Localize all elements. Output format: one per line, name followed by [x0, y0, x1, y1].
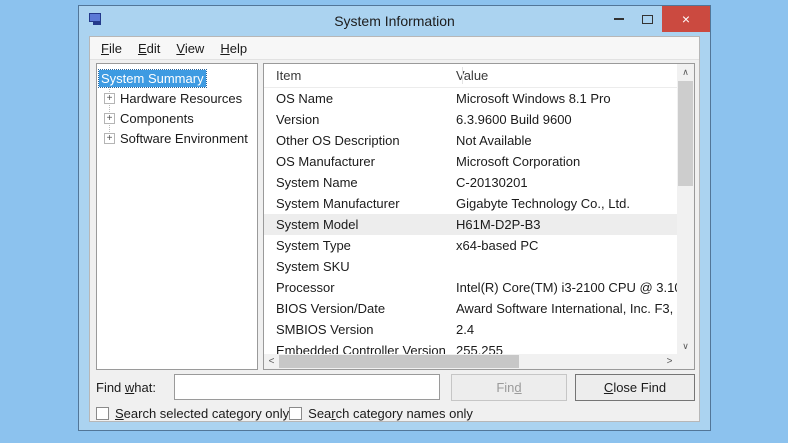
- menu-file[interactable]: File: [93, 38, 130, 59]
- checkbox-label: Search category names only: [308, 406, 473, 421]
- details-list-panel[interactable]: Item Value OS Name Microsoft Windows 8.1…: [263, 63, 695, 370]
- find-input[interactable]: [174, 374, 440, 400]
- chevron-right-icon: >: [667, 356, 673, 367]
- table-row[interactable]: System Type x64-based PC: [264, 235, 677, 256]
- value-cell: Not Available: [456, 133, 677, 148]
- item-cell: System Manufacturer: [264, 196, 456, 211]
- item-cell: OS Manufacturer: [264, 154, 456, 169]
- table-row[interactable]: SMBIOS Version 2.4: [264, 319, 677, 340]
- horizontal-scrollbar[interactable]: < >: [264, 354, 677, 369]
- table-row[interactable]: Processor Intel(R) Core(TM) i3-2100 CPU …: [264, 277, 677, 298]
- item-cell: System Name: [264, 175, 456, 190]
- tree-item-system-summary[interactable]: System Summary: [97, 68, 257, 88]
- tree-item-label: Software Environment: [120, 131, 248, 146]
- value-cell: H61M-D2P-B3: [456, 217, 677, 232]
- maximize-icon: [642, 15, 653, 24]
- value-cell: x64-based PC: [456, 238, 677, 253]
- category-tree-panel[interactable]: System Summary + Hardware Resources + Co…: [96, 63, 258, 370]
- horizontal-scroll-thumb[interactable]: [279, 355, 519, 368]
- search-category-names-checkbox[interactable]: Search category names only: [289, 406, 473, 421]
- item-cell: Version: [264, 112, 456, 127]
- value-cell: Microsoft Corporation: [456, 154, 677, 169]
- expand-plus-icon[interactable]: +: [104, 133, 115, 144]
- column-header-item[interactable]: Item: [264, 68, 456, 83]
- value-cell: 255.255: [456, 343, 677, 354]
- table-row[interactable]: OS Manufacturer Microsoft Corporation: [264, 151, 677, 172]
- value-cell: 2.4: [456, 322, 677, 337]
- search-options-row: Search selected category only Search cat…: [96, 406, 473, 421]
- tree-item-hardware-resources[interactable]: + Hardware Resources: [97, 88, 257, 108]
- menu-help[interactable]: Help: [212, 38, 255, 59]
- close-icon: ×: [682, 11, 690, 27]
- table-row[interactable]: System Name C-20130201: [264, 172, 677, 193]
- item-cell: Processor: [264, 280, 456, 295]
- item-cell: System Model: [264, 217, 456, 232]
- system-information-window: System Information × File Edit View Help: [78, 5, 711, 431]
- close-button[interactable]: ×: [662, 6, 710, 32]
- menu-edit[interactable]: Edit: [130, 38, 168, 59]
- table-rows: OS Name Microsoft Windows 8.1 Pro Versio…: [264, 88, 677, 354]
- column-header-value[interactable]: Value: [456, 68, 677, 83]
- table-row[interactable]: Other OS Description Not Available: [264, 130, 677, 151]
- value-cell: Gigabyte Technology Co., Ltd.: [456, 196, 677, 211]
- tree-item-label: Hardware Resources: [120, 91, 242, 106]
- checkbox[interactable]: [96, 407, 109, 420]
- find-what-label: Find what:: [96, 374, 156, 401]
- menubar: File Edit View Help: [90, 37, 699, 60]
- item-cell: Embedded Controller Version: [264, 343, 456, 354]
- value-cell: Intel(R) Core(TM) i3-2100 CPU @ 3.10: [456, 280, 677, 295]
- menu-view[interactable]: View: [168, 38, 212, 59]
- item-cell: OS Name: [264, 91, 456, 106]
- tree-item-label: Components: [120, 111, 194, 126]
- item-cell: System SKU: [264, 259, 456, 274]
- chevron-down-icon: ∨: [682, 341, 689, 352]
- close-find-button[interactable]: Close Find: [575, 374, 695, 401]
- expand-plus-icon[interactable]: +: [104, 113, 115, 124]
- tree-item-label: System Summary: [99, 70, 206, 87]
- maximize-button[interactable]: [633, 6, 662, 32]
- chevron-up-icon: ∧: [682, 67, 689, 78]
- value-cell: C-20130201: [456, 175, 677, 190]
- table-row[interactable]: BIOS Version/Date Award Software Interna…: [264, 298, 677, 319]
- value-cell: 6.3.9600 Build 9600: [456, 112, 677, 127]
- minimize-icon: [614, 18, 624, 20]
- table-row[interactable]: Embedded Controller Version 255.255: [264, 340, 677, 354]
- table-row[interactable]: Version 6.3.9600 Build 9600: [264, 109, 677, 130]
- item-cell: Other OS Description: [264, 133, 456, 148]
- client-area: File Edit View Help System Summary: [89, 36, 700, 422]
- scroll-left-button[interactable]: <: [264, 354, 279, 369]
- find-button[interactable]: Find: [451, 374, 567, 401]
- table-row[interactable]: System Manufacturer Gigabyte Technology …: [264, 193, 677, 214]
- tree-item-software-environment[interactable]: + Software Environment: [97, 128, 257, 148]
- vertical-scrollbar[interactable]: ∧ ∨: [677, 64, 694, 354]
- chevron-left-icon: <: [269, 356, 275, 367]
- minimize-button[interactable]: [604, 6, 633, 32]
- scrollbar-corner: [677, 354, 694, 369]
- find-bar: Find what: Find Close Find: [90, 374, 699, 401]
- window-controls: ×: [604, 6, 710, 32]
- scroll-up-button[interactable]: ∧: [677, 64, 694, 80]
- scroll-down-button[interactable]: ∨: [677, 338, 694, 354]
- checkbox-label: Search selected category only: [115, 406, 289, 421]
- item-cell: System Type: [264, 238, 456, 253]
- table-row[interactable]: OS Name Microsoft Windows 8.1 Pro: [264, 88, 677, 109]
- titlebar[interactable]: System Information ×: [79, 6, 710, 36]
- scroll-right-button[interactable]: >: [662, 354, 677, 369]
- vertical-scroll-thumb[interactable]: [678, 81, 693, 186]
- expand-plus-icon[interactable]: +: [104, 93, 115, 104]
- tree-list: System Summary + Hardware Resources + Co…: [97, 68, 257, 148]
- value-cell: Microsoft Windows 8.1 Pro: [456, 91, 677, 106]
- item-cell: SMBIOS Version: [264, 322, 456, 337]
- search-selected-category-checkbox[interactable]: Search selected category only: [96, 406, 289, 421]
- table-row[interactable]: System Model H61M-D2P-B3: [264, 214, 677, 235]
- table-header: Item Value: [264, 64, 677, 88]
- table-row[interactable]: System SKU: [264, 256, 677, 277]
- column-separator[interactable]: [462, 67, 463, 84]
- tree-item-components[interactable]: + Components: [97, 108, 257, 128]
- checkbox[interactable]: [289, 407, 302, 420]
- item-cell: BIOS Version/Date: [264, 301, 456, 316]
- value-cell: Award Software International, Inc. F3,: [456, 301, 677, 316]
